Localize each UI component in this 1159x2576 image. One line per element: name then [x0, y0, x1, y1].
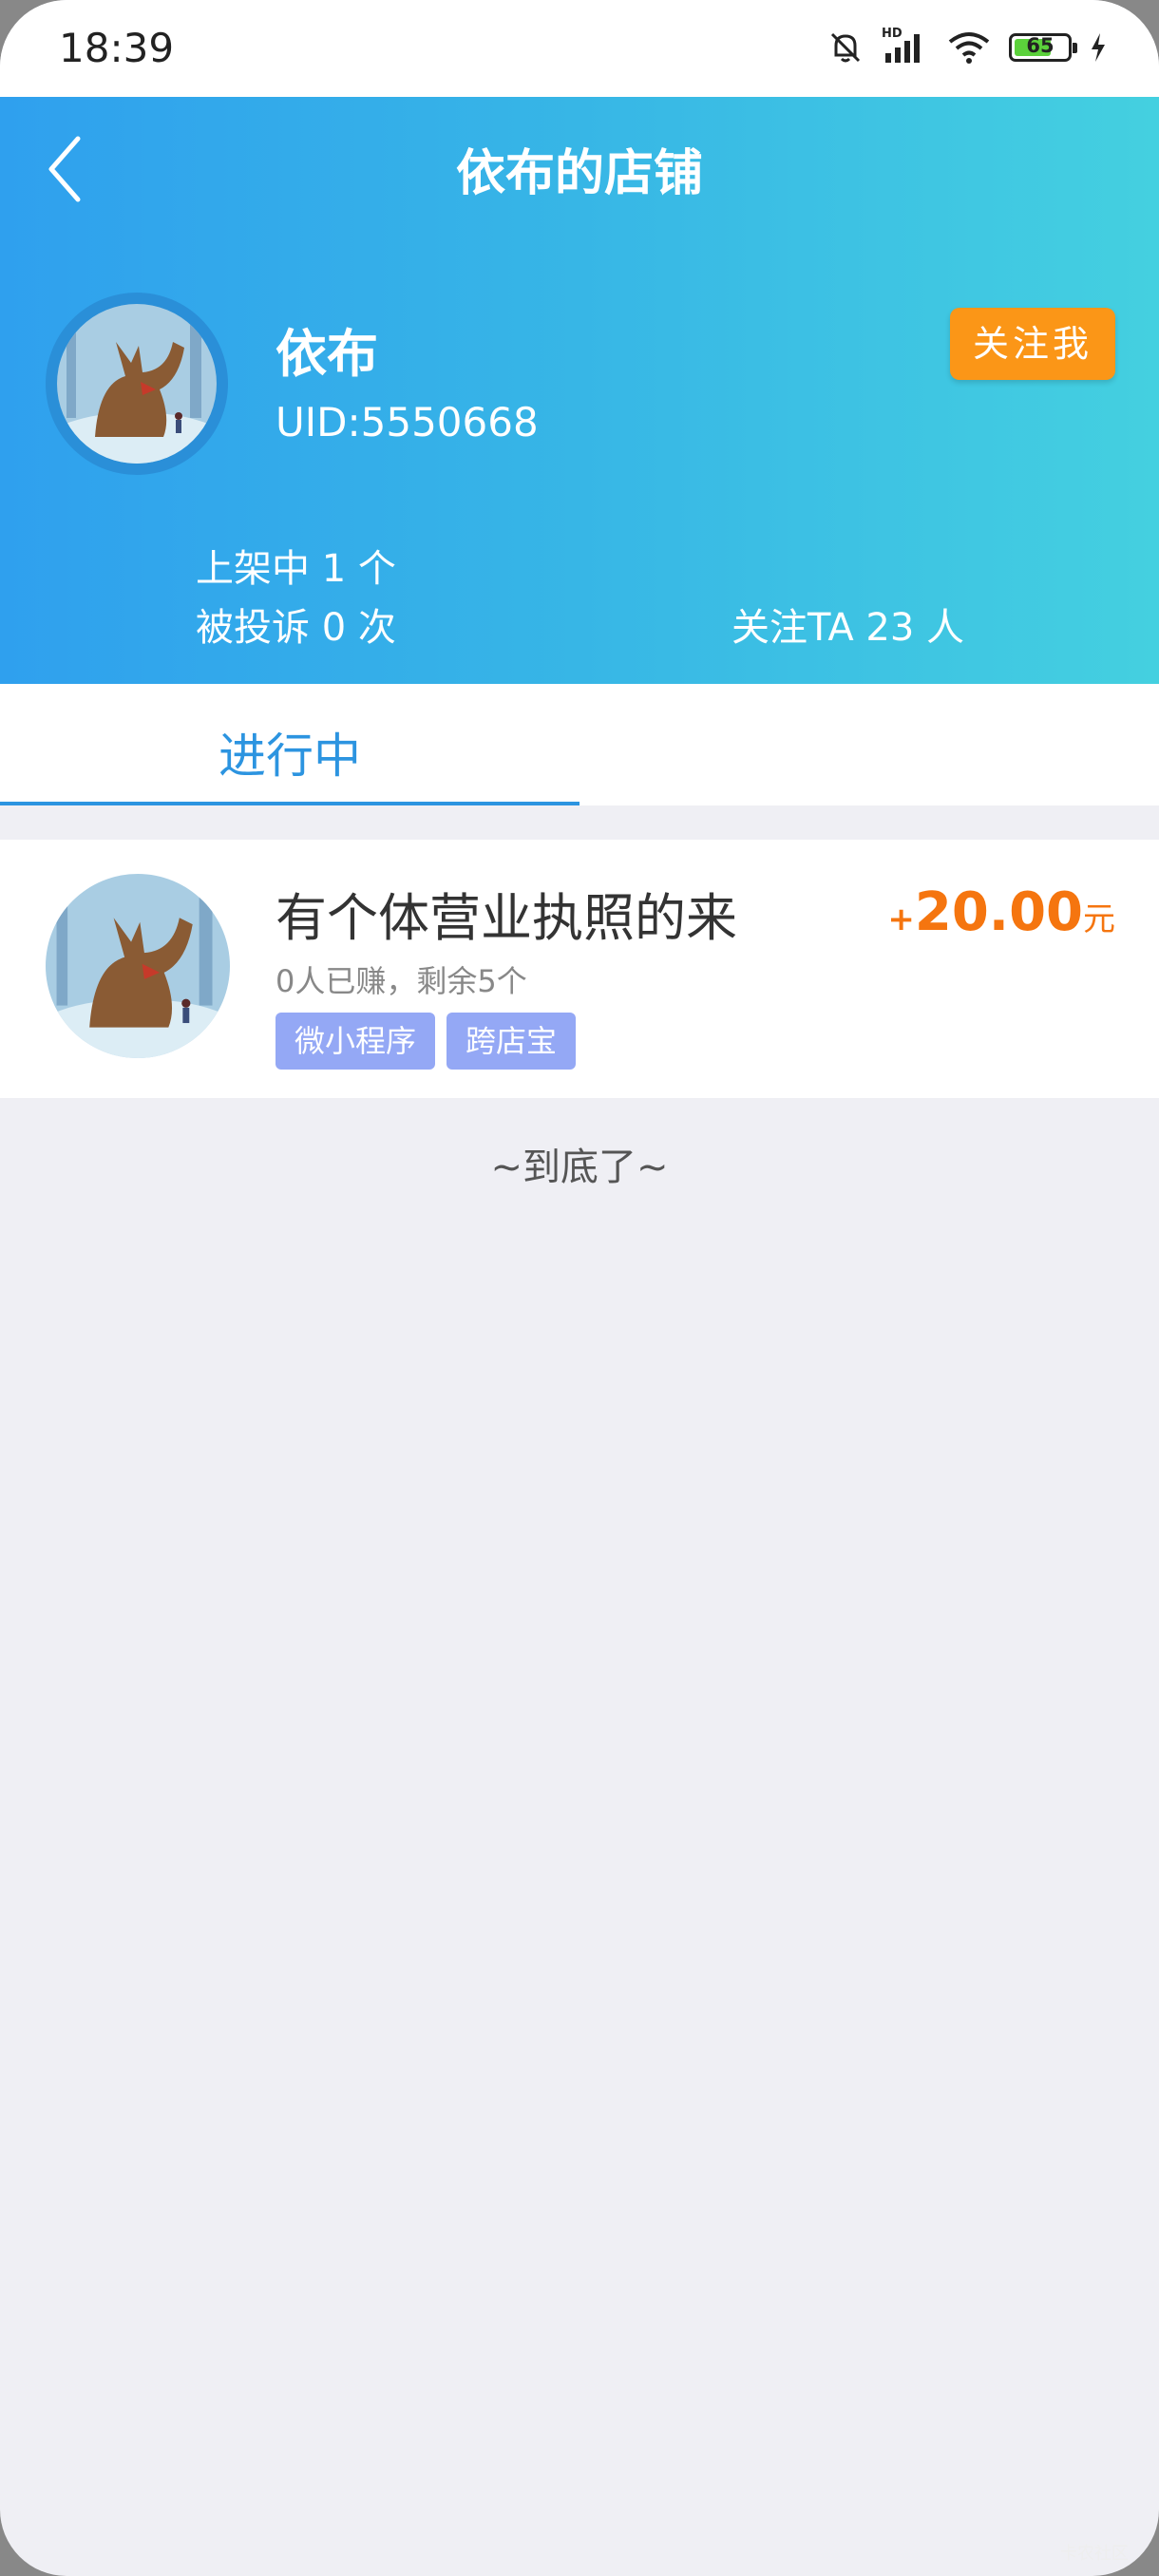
task-progress: 0人已赚，剩余5个: [276, 963, 527, 999]
battery-level: 65: [1026, 34, 1054, 57]
shop-name: 依布: [276, 324, 378, 384]
reward-amount: 20.00: [914, 881, 1083, 943]
task-tag: 跨店宝: [446, 1013, 577, 1070]
status-icons: HD 65: [826, 27, 1108, 66]
task-tag: 微小程序: [276, 1013, 436, 1070]
reward-unit: 元: [1083, 900, 1115, 938]
status-time: 18:39: [59, 25, 175, 71]
phone-screen: 18:39 HD 65 依布的店铺 依布 UID:5550668 关注我 上架中…: [0, 0, 1159, 2576]
tab-bar: 进行中: [0, 684, 1159, 805]
complaint-count: 被投诉 0 次: [196, 606, 396, 650]
task-title: 有个体营业执照的来: [276, 888, 737, 948]
fox-thumbnail-image: [46, 874, 230, 1058]
shop-header: 依布的店铺 依布 UID:5550668 关注我 上架中 1 个 被投诉 0 次…: [0, 97, 1159, 684]
signal-icon: HD: [882, 27, 929, 66]
tab-active-indicator: [0, 802, 580, 805]
follower-count: 关注TA 23 人: [732, 606, 965, 650]
bell-muted-icon: [830, 32, 861, 63]
shop-uid: UID:5550668: [276, 399, 539, 445]
reward-plus-sign: +: [887, 900, 915, 938]
list-end-text: ~到底了~: [490, 1146, 669, 1189]
task-thumbnail: [46, 874, 230, 1058]
charging-icon: [1092, 33, 1105, 62]
tab-in-progress-label: 进行中: [218, 729, 361, 784]
tab-in-progress[interactable]: 进行中: [0, 684, 580, 805]
follow-button[interactable]: 关注我: [950, 308, 1115, 380]
status-bar: 18:39 HD 65: [0, 0, 1159, 97]
on-shelf-count: 上架中 1 个: [196, 547, 396, 591]
fox-avatar-image: [57, 304, 217, 464]
battery-icon: 65: [1009, 33, 1077, 62]
watermark: 卡农社区: [1060, 2544, 1129, 2564]
wifi-icon: [948, 32, 990, 64]
task-reward: +20.00元: [887, 881, 1115, 943]
task-list-item[interactable]: 有个体营业执照的来 0人已赚，剩余5个 微小程序 跨店宝 +20.00元: [0, 840, 1159, 1098]
shop-avatar[interactable]: [46, 293, 228, 475]
page-title: 依布的店铺: [455, 145, 703, 202]
